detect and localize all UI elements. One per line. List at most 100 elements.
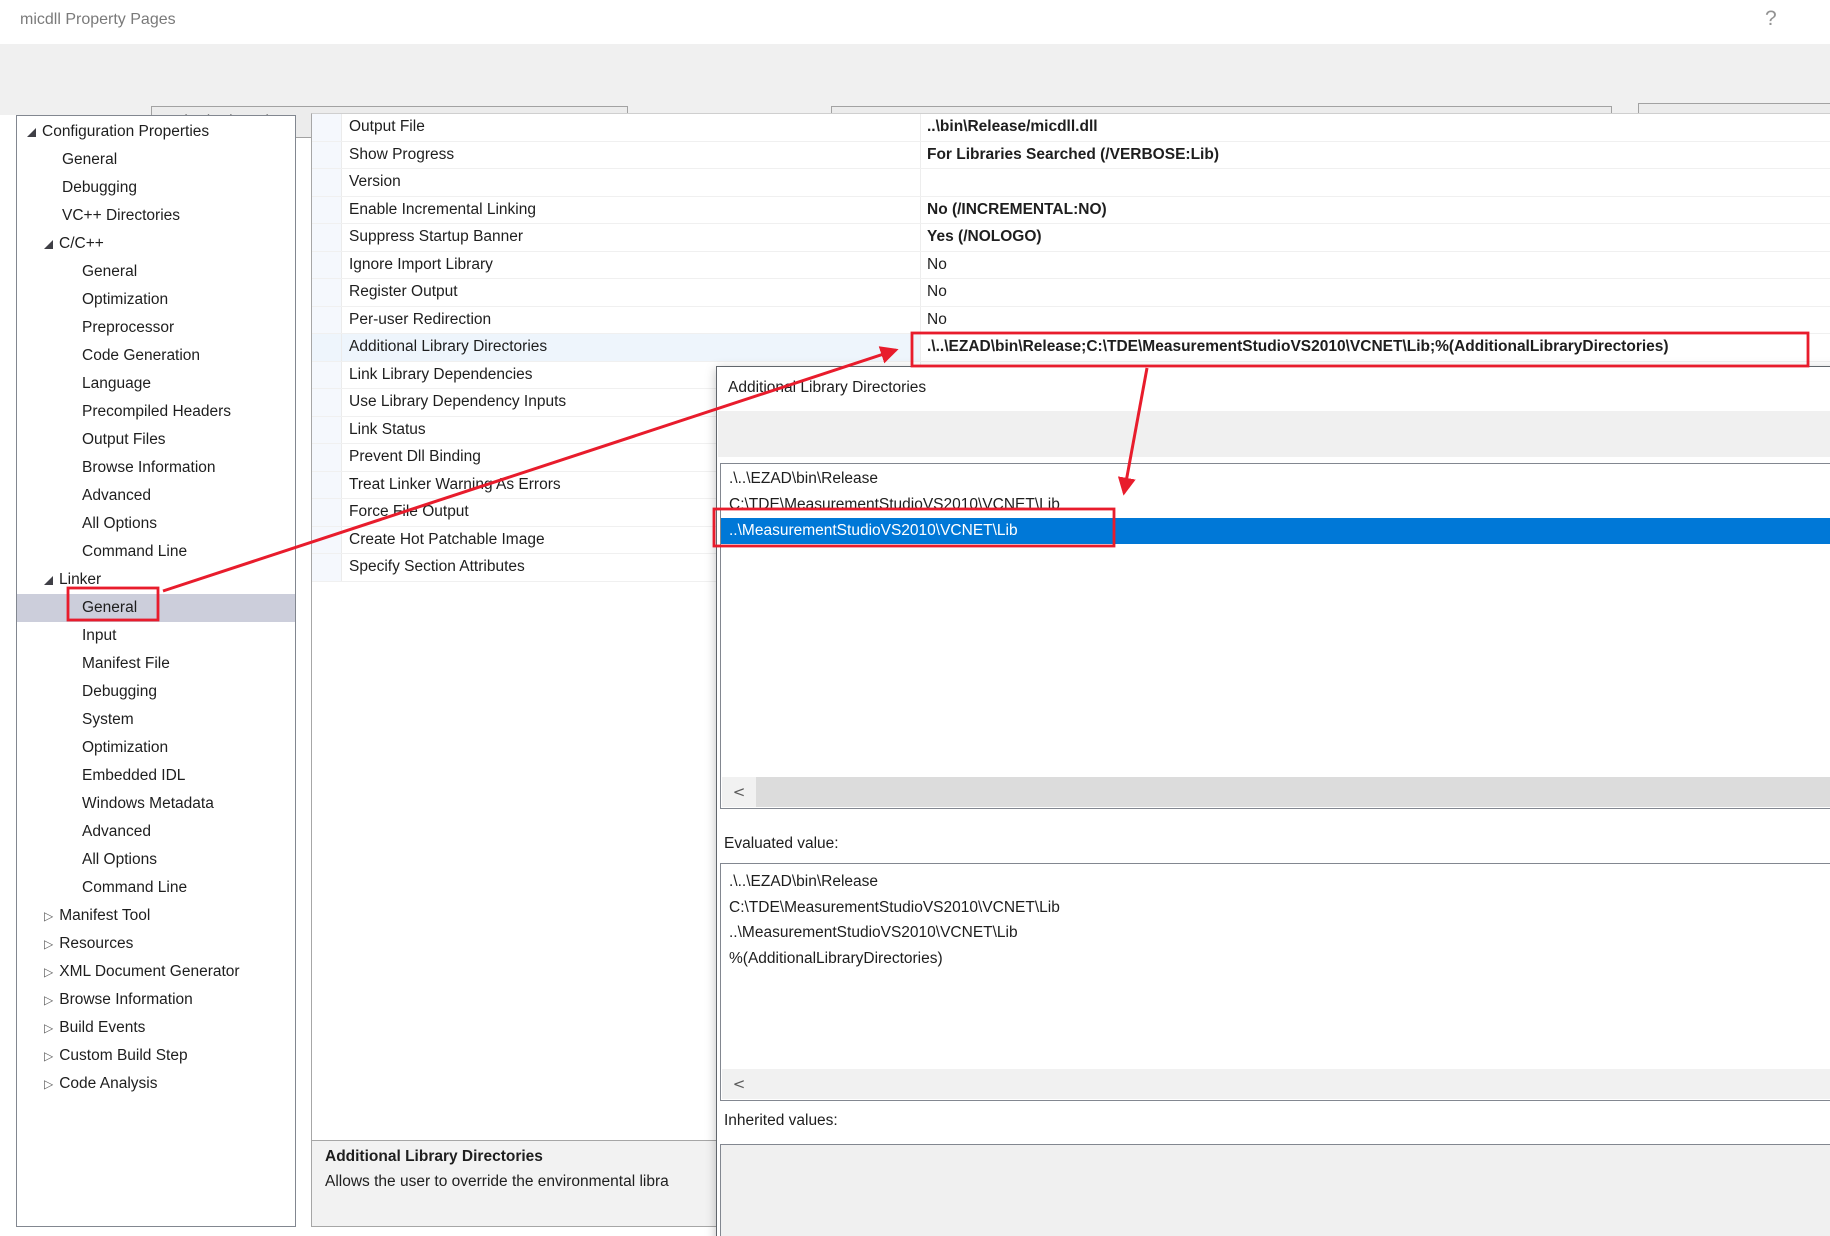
tree-item-system-21[interactable]: System — [17, 706, 295, 734]
tree-collapsed-icon[interactable]: ▷ — [44, 1021, 53, 1035]
property-value[interactable]: ..\bin\Release/micdll.dll — [920, 114, 1830, 141]
window-titlebar: micdll Property Pages ? — [0, 0, 1830, 44]
property-value[interactable]: Yes (/NOLOGO) — [920, 224, 1830, 251]
grid-gutter — [312, 197, 342, 224]
tree-item-browse-information-12[interactable]: Browse Information — [17, 454, 295, 482]
tree-expanded-icon[interactable] — [44, 240, 53, 249]
tree-item-custom-build-step-33[interactable]: ▷Custom Build Step — [17, 1042, 295, 1070]
tree-item-manifest-tool-28[interactable]: ▷Manifest Tool — [17, 902, 295, 930]
tree-item-language-9[interactable]: Language — [17, 370, 295, 398]
evaluated-horizontal-scrollbar[interactable]: < — [722, 1069, 1830, 1099]
tree-item-general-1[interactable]: General — [17, 146, 295, 174]
property-value[interactable]: No (/INCREMENTAL:NO) — [920, 197, 1830, 224]
tree-item-advanced-25[interactable]: Advanced — [17, 818, 295, 846]
property-row-per-user-redirection[interactable]: Per-user RedirectionNo — [312, 307, 1830, 335]
tree-item-build-events-32[interactable]: ▷ Build Events — [17, 1014, 295, 1042]
help-icon[interactable]: ? — [1765, 7, 1777, 31]
tree-collapsed-icon[interactable]: ▷ — [44, 965, 53, 979]
tree-item-code-generation-8[interactable]: Code Generation — [17, 342, 295, 370]
tree-item-configuration-properties-0[interactable]: Configuration Properties — [17, 118, 295, 146]
scrollbar-thumb[interactable] — [756, 777, 1830, 807]
tree-item-input-18[interactable]: Input — [17, 622, 295, 650]
tree-item-general-17[interactable]: General — [17, 594, 295, 622]
property-row-ignore-import-library[interactable]: Ignore Import LibraryNo — [312, 252, 1830, 280]
tree-item-label: XML Document Generator — [59, 963, 239, 981]
tree-collapsed-icon[interactable]: ▷ — [44, 1077, 53, 1091]
tree-item-resources-29[interactable]: ▷ Resources — [17, 930, 295, 958]
tree-item-linker-16[interactable]: Linker — [17, 566, 295, 594]
tree-item-label: All Options — [82, 515, 157, 533]
dialog-edit-strip[interactable] — [718, 411, 1830, 457]
tree-expanded-icon[interactable] — [27, 128, 36, 137]
tree-item-c-c-4[interactable]: C/C++ — [17, 230, 295, 258]
tree-item-label: Code Generation — [82, 347, 200, 365]
scroll-left-icon[interactable]: < — [722, 777, 756, 807]
tree-item-label: General — [82, 263, 137, 281]
property-value[interactable]: No — [920, 279, 1830, 306]
tree-item-debugging-2[interactable]: Debugging — [17, 174, 295, 202]
additional-library-directories-dialog: Additional Library Directories .\..\EZAD… — [716, 366, 1830, 1236]
tree-item-vc-directories-3[interactable]: VC++ Directories — [17, 202, 295, 230]
tree-collapsed-icon[interactable]: ▷ — [44, 937, 53, 951]
tree-item-general-5[interactable]: General — [17, 258, 295, 286]
tree-item-browse-information-31[interactable]: ▷Browse Information — [17, 986, 295, 1014]
grid-gutter — [312, 279, 342, 306]
listbox-horizontal-scrollbar[interactable]: < — [722, 777, 1830, 807]
tree-item-debugging-20[interactable]: Debugging — [17, 678, 295, 706]
tree-item-optimization-22[interactable]: Optimization — [17, 734, 295, 762]
property-row-register-output[interactable]: Register OutputNo — [312, 279, 1830, 307]
tree-item-precompiled-headers-10[interactable]: Precompiled Headers — [17, 398, 295, 426]
tree-item-embedded-idl-23[interactable]: Embedded IDL — [17, 762, 295, 790]
grid-gutter — [312, 362, 342, 389]
property-row-version[interactable]: Version — [312, 169, 1830, 197]
property-row-enable-incremental-linking[interactable]: Enable Incremental LinkingNo (/INCREMENT… — [312, 197, 1830, 225]
evaluated-value-line-2: ..\MeasurementStudioVS2010\VCNET\Lib — [729, 920, 1830, 946]
property-name: Enable Incremental Linking — [342, 197, 920, 224]
property-value[interactable]: No — [920, 307, 1830, 334]
tree-collapsed-icon[interactable]: ▷ — [44, 1049, 53, 1063]
tree-item-label: Command Line — [82, 879, 187, 897]
property-value[interactable] — [920, 169, 1830, 196]
tree-item-command-line-15[interactable]: Command Line — [17, 538, 295, 566]
evaluated-value-line-0: .\..\EZAD\bin\Release — [729, 869, 1830, 895]
tree-item-windows-metadata-24[interactable]: Windows Metadata — [17, 790, 295, 818]
property-row-additional-library-directories[interactable]: Additional Library Directories.\..\EZAD\… — [312, 334, 1830, 362]
tree-item-manifest-file-19[interactable]: Manifest File — [17, 650, 295, 678]
tree-item-xml-document-generator-30[interactable]: ▷ XML Document Generator — [17, 958, 295, 986]
tree-item-label: Build Events — [59, 1019, 145, 1037]
tree-item-command-line-27[interactable]: Command Line — [17, 874, 295, 902]
inherited-values-box[interactable] — [720, 1144, 1830, 1236]
tree-item-label: Windows Metadata — [82, 795, 214, 813]
scrollbar-thumb[interactable] — [756, 1069, 1830, 1099]
grid-gutter — [312, 499, 342, 526]
property-value[interactable]: For Libraries Searched (/VERBOSE:Lib) — [920, 142, 1830, 169]
property-name: Additional Library Directories — [342, 334, 920, 361]
property-row-suppress-startup-banner[interactable]: Suppress Startup BannerYes (/NOLOGO) — [312, 224, 1830, 252]
tree-item-label: Output Files — [82, 431, 166, 449]
tree-item-all-options-26[interactable]: All Options — [17, 846, 295, 874]
property-row-output-file[interactable]: Output File..\bin\Release/micdll.dll — [312, 114, 1830, 142]
tree-item-label: Debugging — [62, 179, 137, 197]
tree-item-optimization-6[interactable]: Optimization — [17, 286, 295, 314]
tree-item-advanced-13[interactable]: Advanced — [17, 482, 295, 510]
property-name: Version — [342, 169, 920, 196]
directory-list-item-0[interactable]: .\..\EZAD\bin\Release — [721, 466, 1830, 492]
property-value[interactable]: .\..\EZAD\bin\Release;C:\TDE\Measurement… — [920, 334, 1830, 361]
tree-item-code-analysis-34[interactable]: ▷Code Analysis — [17, 1070, 295, 1098]
tree-item-label: Resources — [59, 935, 133, 953]
tree-item-output-files-11[interactable]: Output Files — [17, 426, 295, 454]
tree-collapsed-icon[interactable]: ▷ — [44, 909, 53, 923]
evaluated-value-line-3: %(AdditionalLibraryDirectories) — [729, 946, 1830, 972]
grid-gutter — [312, 334, 342, 361]
tree-item-label: Embedded IDL — [82, 767, 185, 785]
tree-item-label: Precompiled Headers — [82, 403, 231, 421]
tree-expanded-icon[interactable] — [44, 576, 53, 585]
directory-list-item-1[interactable]: C:\TDE\MeasurementStudioVS2010\VCNET\Lib — [721, 492, 1830, 518]
tree-collapsed-icon[interactable]: ▷ — [44, 993, 53, 1007]
directory-list-item-2[interactable]: ..\MeasurementStudioVS2010\VCNET\Lib — [721, 518, 1830, 544]
scroll-left-icon[interactable]: < — [722, 1069, 756, 1099]
property-value[interactable]: No — [920, 252, 1830, 279]
tree-item-all-options-14[interactable]: All Options — [17, 510, 295, 538]
property-row-show-progress[interactable]: Show ProgressFor Libraries Searched (/VE… — [312, 142, 1830, 170]
tree-item-preprocessor-7[interactable]: Preprocessor — [17, 314, 295, 342]
